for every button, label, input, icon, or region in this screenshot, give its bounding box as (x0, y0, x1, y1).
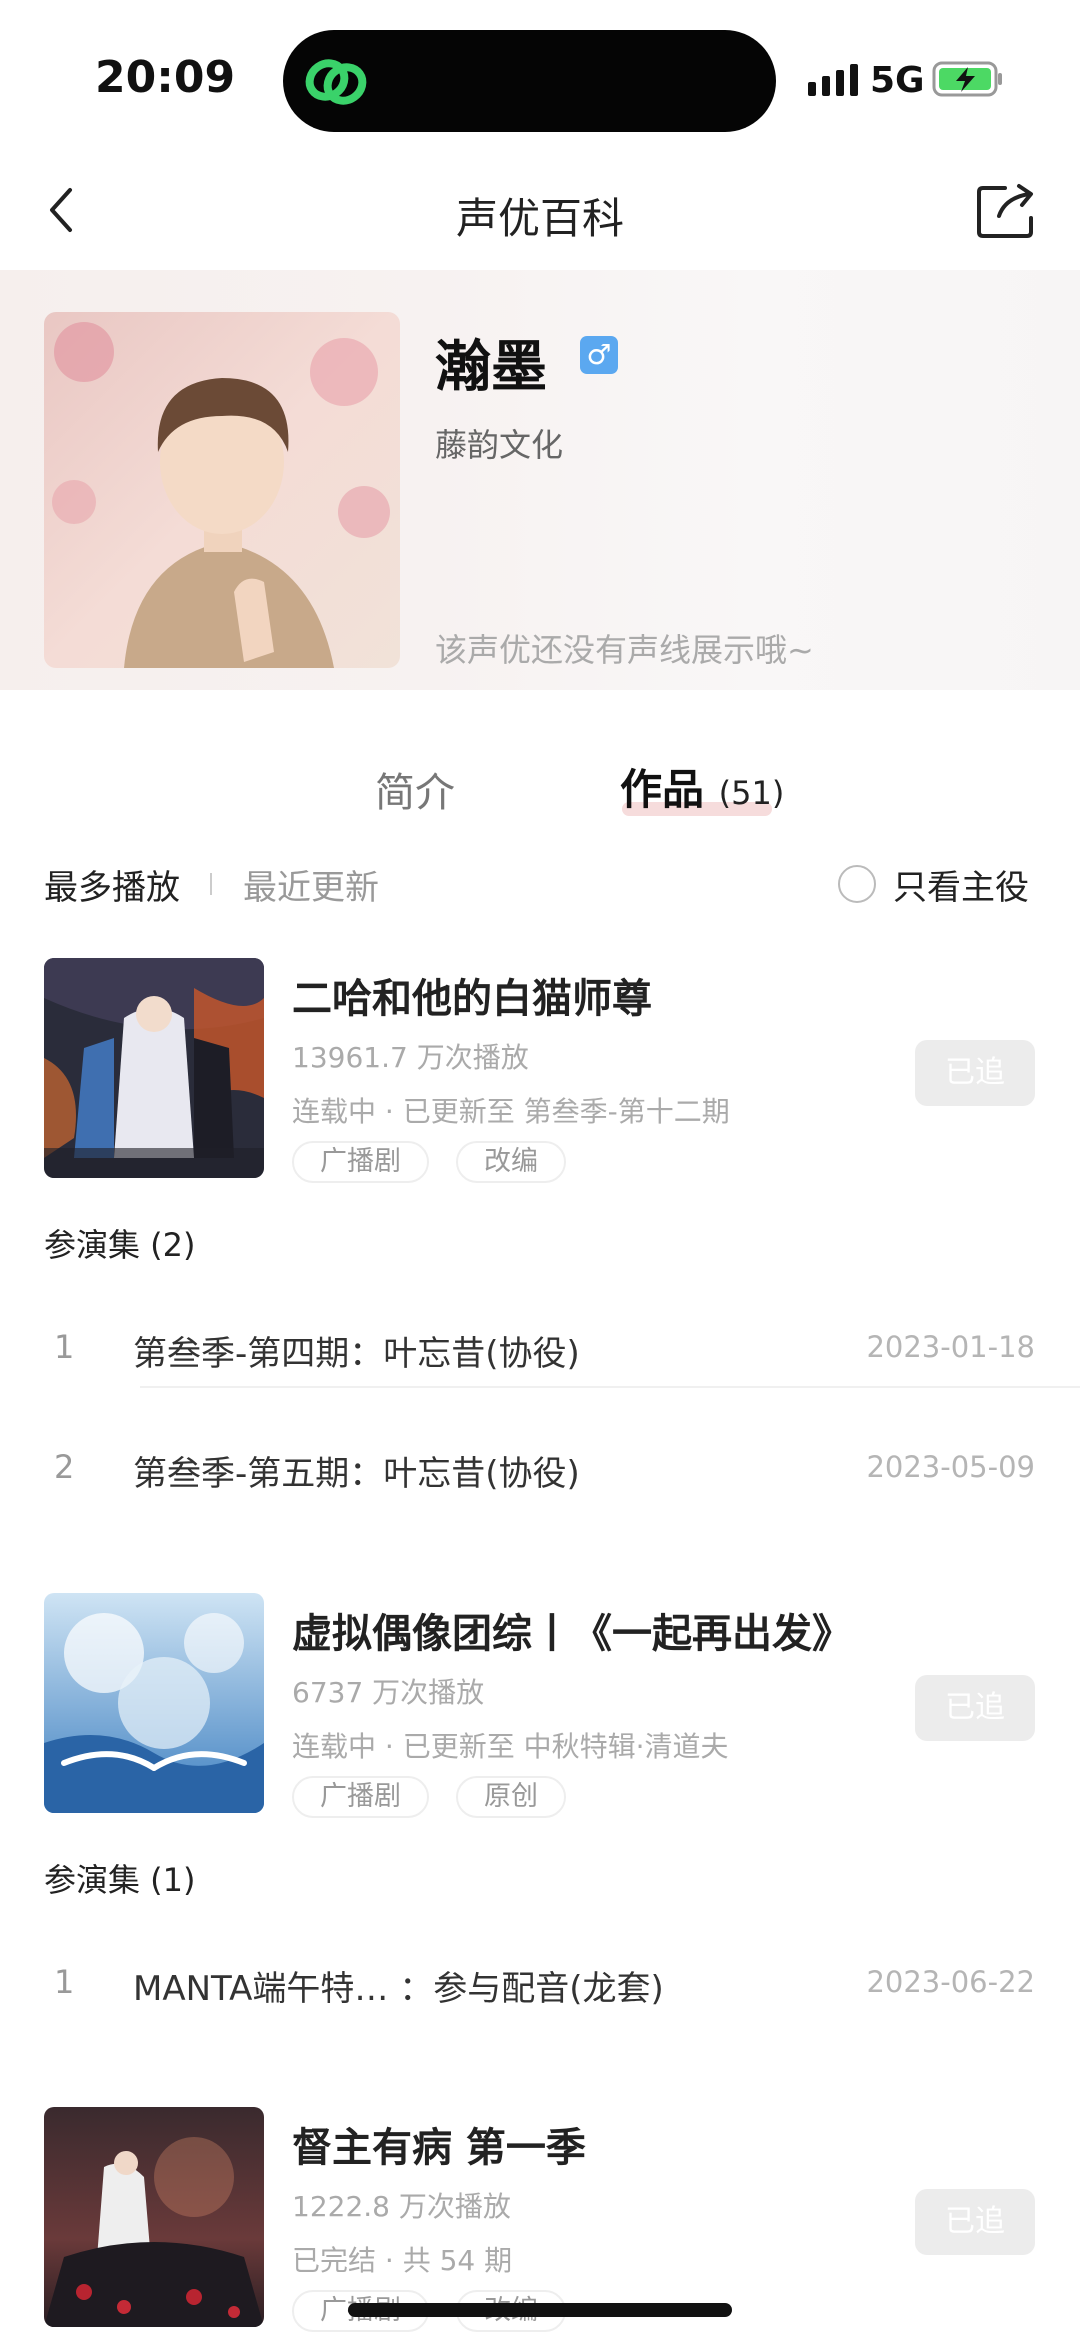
work-cover[interactable] (44, 958, 264, 1178)
work-plays: 1222.8 万次播放 (292, 2190, 511, 2223)
work-cover[interactable] (44, 2107, 264, 2327)
work-status: 已完结 · 共 54 期 (292, 2244, 513, 2277)
work-tag: 原创 (456, 1776, 566, 1818)
episode-name: MANTA端午特… ：参与配音(龙套) (133, 1969, 664, 2009)
work-status: 连载中 · 已更新至 中秋特辑·清道夫 (292, 1730, 729, 1763)
episode-date: 2023-06-22 (866, 1965, 1035, 1999)
voice-actor-name: 瀚墨 (435, 335, 547, 400)
work-item[interactable]: 虚拟偶像团综丨《一起再出发》 6737 万次播放 连载中 · 已更新至 中秋特辑… (0, 1593, 1080, 2013)
episodes-title: 参演集 (1) (44, 1861, 196, 1899)
company-name: 藤韵文化 (435, 426, 564, 464)
battery-charging-icon (932, 61, 1002, 97)
work-tag: 广播剧 (292, 1776, 429, 1818)
follow-button[interactable]: 已追 (915, 1675, 1035, 1741)
tab-works-count: (51) (718, 774, 785, 812)
page-title: 声优百科 (455, 194, 624, 243)
episode-number: 2 (54, 1448, 75, 1486)
work-plays: 6737 万次播放 (292, 1676, 485, 1709)
episode-name: 第叁季-第五期：叶忘昔(协役) (133, 1454, 580, 1494)
work-title[interactable]: 督主有病 第一季 (292, 2115, 586, 2173)
episode-row[interactable]: 2 第叁季-第五期：叶忘昔(协役) 2023-05-09 (0, 1428, 1080, 1508)
status-bar: 20:09 5G (0, 0, 1080, 150)
filter-bar: 最多播放 最近更新 只看主役 (0, 845, 1080, 925)
work-title[interactable]: 虚拟偶像团综丨《一起再出发》 (292, 1601, 852, 1659)
episode-date: 2023-01-18 (866, 1330, 1035, 1364)
no-voice-notice: 该声优还没有声线展示哦~ (435, 631, 814, 669)
only-lead-radio[interactable] (838, 865, 876, 903)
male-icon: ♂ (580, 336, 618, 374)
work-status: 连载中 · 已更新至 第叁季-第十二期 (292, 1095, 730, 1128)
episode-row[interactable]: 1 第叁季-第四期：叶忘昔(协役) 2023-01-18 (0, 1308, 1080, 1388)
tab-works[interactable]: 作品 (51) (620, 756, 784, 817)
work-item[interactable]: 二哈和他的白猫师尊 13961.7 万次播放 连载中 · 已更新至 第叁季-第十… (0, 958, 1080, 1518)
sort-most-played[interactable]: 最多播放 (44, 860, 180, 909)
work-tag: 广播剧 (292, 1141, 429, 1183)
only-lead-label[interactable]: 只看主役 (893, 860, 1029, 909)
work-cover[interactable] (44, 1593, 264, 1813)
work-tag: 改编 (456, 1141, 566, 1183)
link-app-icon (305, 59, 367, 105)
tab-works-label: 作品 (620, 765, 705, 814)
follow-button[interactable]: 已追 (915, 2189, 1035, 2255)
work-plays: 13961.7 万次播放 (292, 1041, 529, 1074)
sort-recent[interactable]: 最近更新 (243, 860, 379, 909)
episodes-title: 参演集 (2) (44, 1226, 196, 1264)
work-title[interactable]: 二哈和他的白猫师尊 (292, 966, 652, 1024)
episode-row[interactable]: 1 MANTA端午特… ：参与配音(龙套) 2023-06-22 (0, 1943, 1080, 2023)
dynamic-island (283, 30, 776, 132)
profile-tabs: 简介 作品 (51) (0, 740, 1080, 830)
status-time: 20:09 (95, 52, 236, 103)
profile-header: 瀚墨 ♂ 藤韵文化 该声优还没有声线展示哦~ (0, 270, 1080, 690)
network-type: 5G (870, 60, 925, 101)
nav-bar: 声优百科 (0, 150, 1080, 270)
episode-date: 2023-05-09 (866, 1450, 1035, 1484)
avatar[interactable] (44, 312, 400, 668)
tab-intro[interactable]: 简介 (375, 760, 455, 818)
divider (140, 1386, 1080, 1388)
episode-number: 1 (54, 1328, 75, 1366)
share-icon[interactable] (975, 180, 1039, 240)
episode-number: 1 (54, 1963, 75, 2001)
episode-name: 第叁季-第四期：叶忘昔(协役) (133, 1334, 580, 1374)
follow-button[interactable]: 已追 (915, 1040, 1035, 1106)
divider (210, 873, 212, 895)
home-indicator[interactable] (348, 2303, 732, 2317)
